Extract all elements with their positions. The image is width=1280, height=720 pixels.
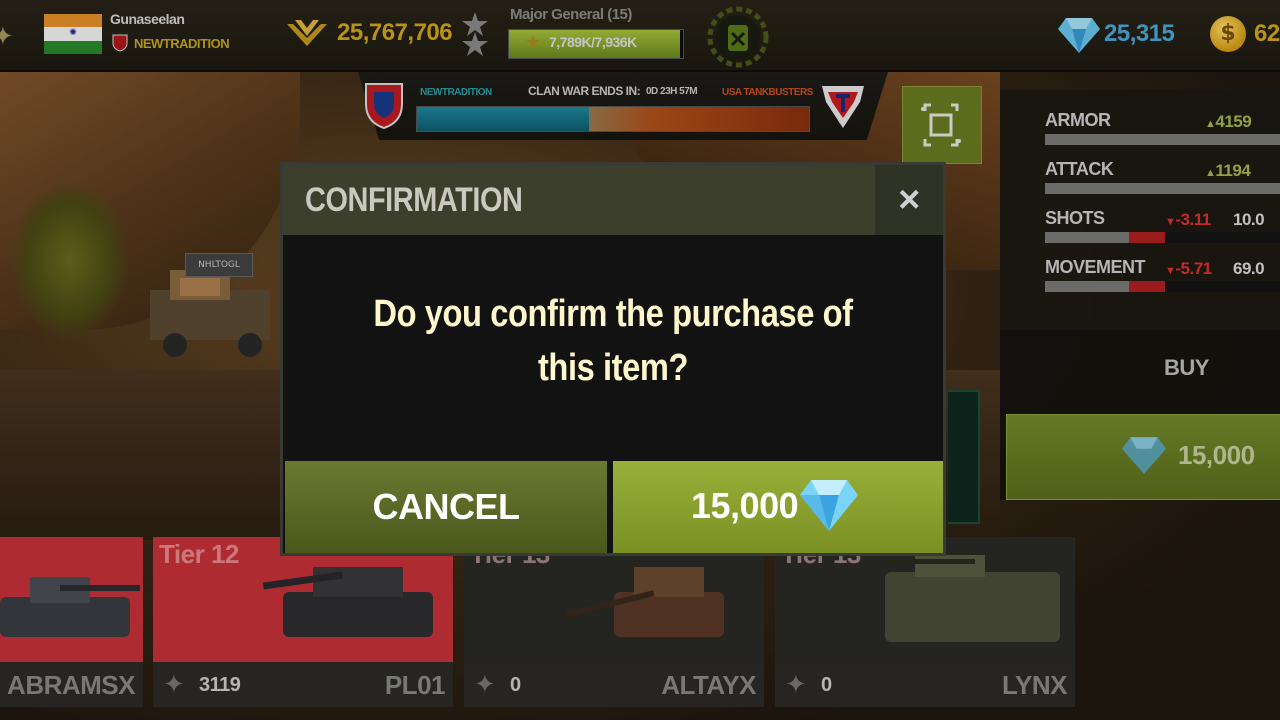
- confirm-purchase-button[interactable]: 15,000: [613, 461, 943, 553]
- dialog-title: CONFIRMATION: [305, 181, 523, 219]
- diamond-icon: [800, 480, 858, 531]
- dialog-header: CONFIRMATION ×: [283, 165, 943, 235]
- close-icon[interactable]: ×: [875, 165, 943, 235]
- dialog-message: Do you confirm the purchase of this item…: [373, 293, 853, 389]
- cancel-button[interactable]: CANCEL: [285, 461, 607, 553]
- confirmation-dialog: CONFIRMATION × Do you confirm the purcha…: [280, 162, 946, 556]
- confirm-price: 15,000: [691, 485, 799, 526]
